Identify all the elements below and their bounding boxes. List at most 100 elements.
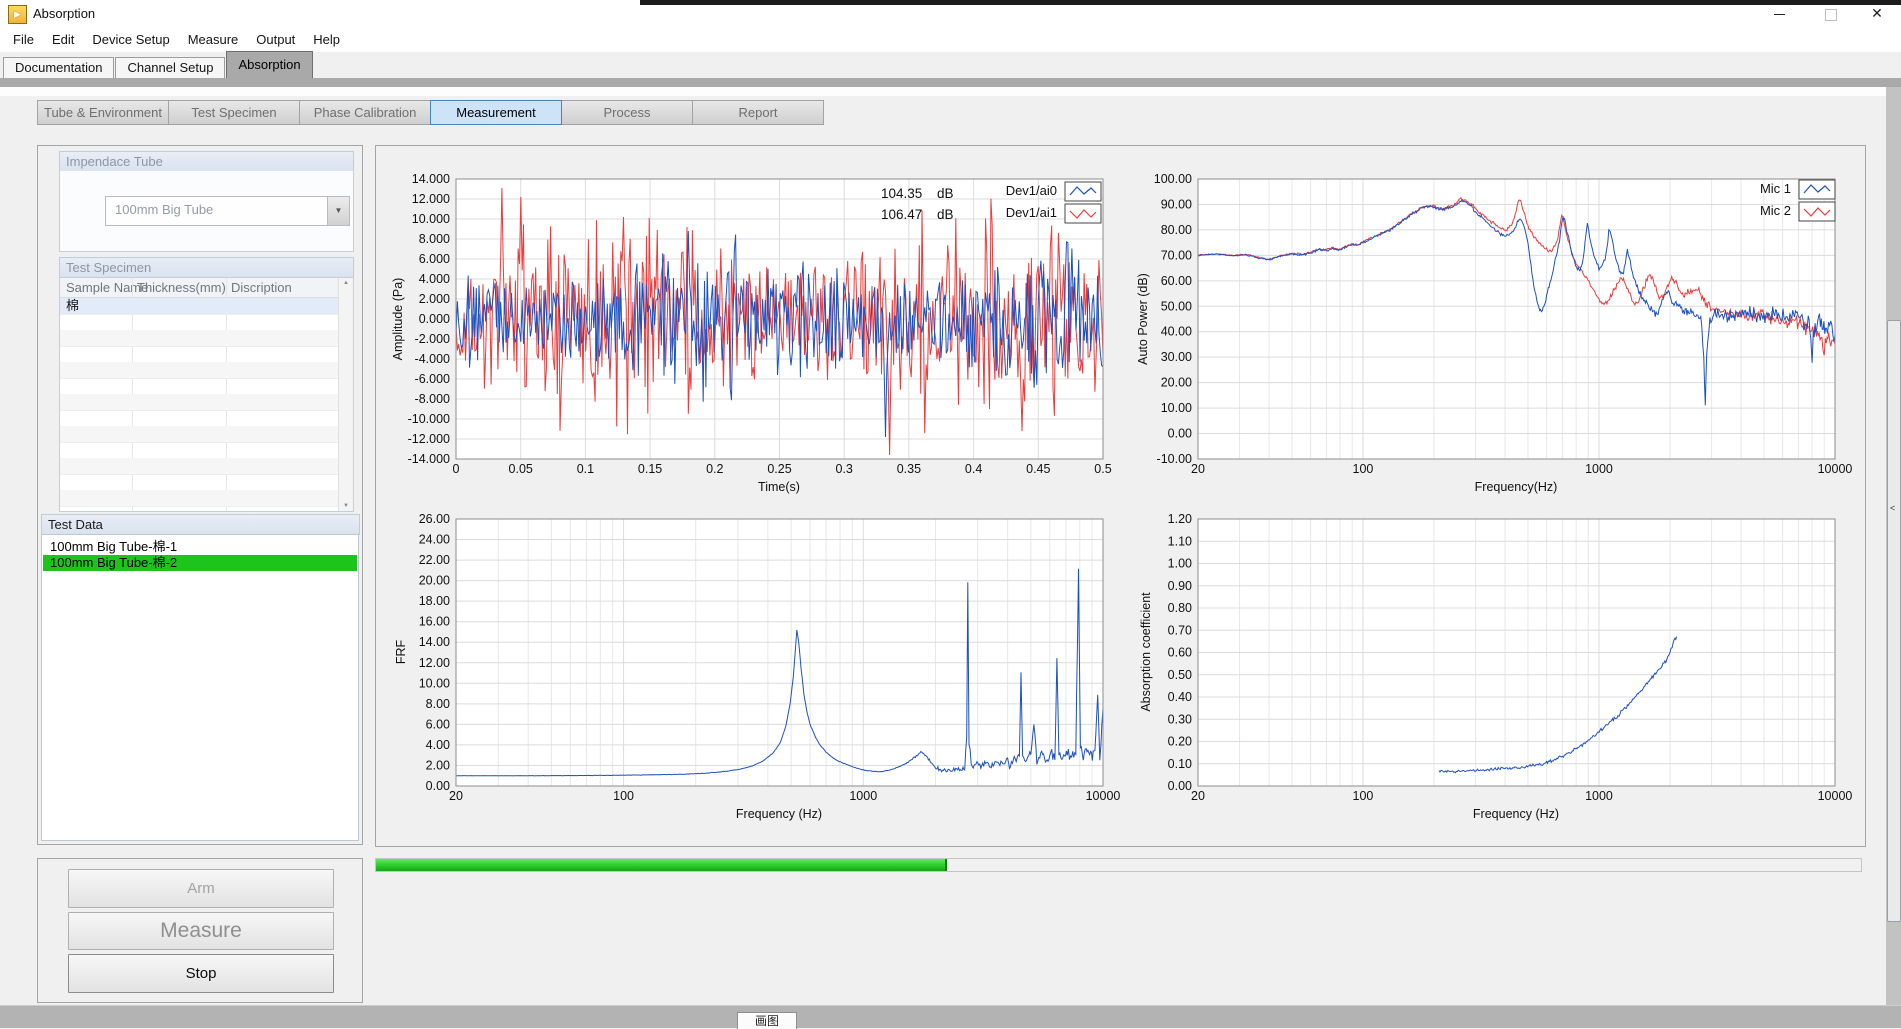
table-row-empty[interactable] (60, 410, 339, 427)
test-specimen-header: Test Specimen (59, 257, 354, 278)
svg-text:22.00: 22.00 (419, 553, 450, 567)
svg-text:Dev1/ai1: Dev1/ai1 (1006, 205, 1057, 220)
test-specimen-table[interactable]: Sample NameThickness(mm)Discription棉▲▼ (59, 277, 354, 512)
table-row[interactable]: 棉 (60, 298, 339, 315)
tab-band (0, 78, 1901, 87)
sub-tab-test-specimen[interactable]: Test Specimen (168, 100, 300, 125)
sub-tab-bar: Tube & EnvironmentTest SpecimenPhase Cal… (37, 100, 823, 125)
main-tab-bar: DocumentationChannel SetupAbsorption (3, 52, 314, 78)
arm-button[interactable]: Arm (68, 869, 334, 908)
minimize-icon (1774, 14, 1785, 15)
control-buttons-panel: Arm Measure Stop (37, 858, 363, 1003)
table-row-empty[interactable] (60, 442, 339, 459)
svg-text:60.00: 60.00 (1161, 274, 1192, 288)
svg-text:20: 20 (1191, 462, 1205, 476)
svg-text:100.00: 100.00 (1154, 172, 1192, 186)
svg-text:-4.000: -4.000 (415, 352, 450, 366)
tab-documentation[interactable]: Documentation (3, 57, 114, 78)
svg-text:0.80: 0.80 (1168, 601, 1192, 615)
svg-text:6.000: 6.000 (419, 252, 450, 266)
sub-tab-process[interactable]: Process (561, 100, 693, 125)
background-window-edge (640, 0, 1901, 5)
table-row-empty[interactable] (60, 490, 339, 507)
svg-text:0.00: 0.00 (426, 779, 450, 793)
sub-tab-phase-calibration[interactable]: Phase Calibration (299, 100, 431, 125)
svg-text:1000: 1000 (849, 789, 877, 803)
panel-collapse-handle[interactable]: < (1887, 320, 1901, 922)
table-row-empty[interactable] (60, 474, 339, 491)
svg-text:-10.00: -10.00 (1157, 452, 1192, 466)
scroll-up-icon[interactable]: ▲ (339, 280, 353, 286)
table-row-empty[interactable] (60, 378, 339, 395)
chevron-down-icon[interactable]: ▼ (327, 197, 349, 225)
test-data-item-selected[interactable]: 100mm Big Tube-棉-2 (43, 555, 357, 571)
sub-tab-measurement[interactable]: Measurement (430, 100, 562, 125)
legend-line-icon (1065, 182, 1101, 201)
svg-text:10000: 10000 (1818, 462, 1853, 476)
svg-text:0.05: 0.05 (509, 462, 533, 476)
legend-line-icon (1065, 204, 1101, 223)
table-row-empty[interactable] (60, 458, 339, 475)
svg-text:20: 20 (1191, 789, 1205, 803)
page-highlight (0, 87, 1901, 96)
svg-text:70.00: 70.00 (1161, 248, 1192, 262)
background-paint-window[interactable]: 画图 (737, 1012, 797, 1029)
svg-text:2.00: 2.00 (426, 758, 450, 772)
sub-tab-tube-environment[interactable]: Tube & Environment (37, 100, 169, 125)
table-row-empty[interactable] (60, 314, 339, 331)
svg-text:20.00: 20.00 (419, 574, 450, 588)
test-data-list[interactable]: 100mm Big Tube-棉-1100mm Big Tube-棉-2 (41, 534, 359, 841)
menu-item-output[interactable]: Output (247, 27, 304, 52)
taskbar-strip (0, 1006, 1901, 1028)
svg-text:0.00: 0.00 (1168, 779, 1192, 793)
svg-text:10.00: 10.00 (419, 676, 450, 690)
svg-text:4.000: 4.000 (419, 272, 450, 286)
table-row-empty[interactable] (60, 362, 339, 379)
test-data-item[interactable]: 100mm Big Tube-棉-1 (43, 539, 357, 555)
svg-text:20.00: 20.00 (1161, 376, 1192, 390)
sub-tab-report[interactable]: Report (692, 100, 824, 125)
svg-text:0.000: 0.000 (419, 312, 450, 326)
stop-button[interactable]: Stop (68, 954, 334, 993)
svg-text:Frequency (Hz): Frequency (Hz) (736, 807, 822, 821)
svg-text:10000: 10000 (1086, 789, 1121, 803)
table-row-empty[interactable] (60, 426, 339, 443)
menu-item-help[interactable]: Help (304, 27, 349, 52)
svg-text:dB: dB (937, 207, 954, 222)
svg-text:100: 100 (1353, 462, 1374, 476)
svg-text:-12.000: -12.000 (408, 432, 450, 446)
legend-line-icon (1799, 202, 1835, 221)
menu-item-file[interactable]: File (4, 27, 43, 52)
svg-text:0.35: 0.35 (897, 462, 921, 476)
menu-item-measure[interactable]: Measure (179, 27, 248, 52)
table-header-row: Sample NameThickness(mm)Discription (60, 278, 339, 298)
tab-absorption[interactable]: Absorption (226, 51, 312, 78)
time-chart: -14.000-12.000-10.000-8.000-6.000-4.000-… (391, 172, 1112, 494)
svg-text:0.2: 0.2 (706, 462, 723, 476)
left-panel: Impendace Tube 100mm Big Tube ▼ Test Spe… (37, 145, 363, 845)
svg-text:FRF: FRF (394, 639, 408, 664)
tab-channel-setup[interactable]: Channel Setup (115, 57, 225, 78)
table-scrollbar[interactable]: ▲▼ (338, 278, 353, 511)
svg-text:-6.000: -6.000 (415, 372, 450, 386)
svg-text:80.00: 80.00 (1161, 223, 1192, 237)
measure-button[interactable]: Measure (68, 912, 334, 950)
table-row-empty[interactable] (60, 346, 339, 363)
svg-text:-14.000: -14.000 (408, 452, 450, 466)
svg-text:0.60: 0.60 (1168, 646, 1192, 660)
table-row-empty[interactable] (60, 330, 339, 347)
legend-line-icon (1799, 180, 1835, 199)
svg-text:0.10: 0.10 (1168, 757, 1192, 771)
menu-item-edit[interactable]: Edit (43, 27, 83, 52)
svg-text:0: 0 (453, 462, 460, 476)
svg-text:Frequency(Hz): Frequency(Hz) (1475, 480, 1558, 494)
charts-panel: -14.000-12.000-10.000-8.000-6.000-4.000-… (375, 145, 1866, 847)
table-row-empty[interactable] (60, 394, 339, 411)
svg-text:10.00: 10.00 (1161, 401, 1192, 415)
svg-text:104.35: 104.35 (881, 186, 922, 201)
scroll-down-icon[interactable]: ▼ (339, 503, 353, 509)
menu-item-device-setup[interactable]: Device Setup (83, 27, 178, 52)
svg-text:14.000: 14.000 (412, 172, 450, 186)
svg-text:0.15: 0.15 (638, 462, 662, 476)
tube-dropdown[interactable]: 100mm Big Tube ▼ (105, 196, 350, 226)
